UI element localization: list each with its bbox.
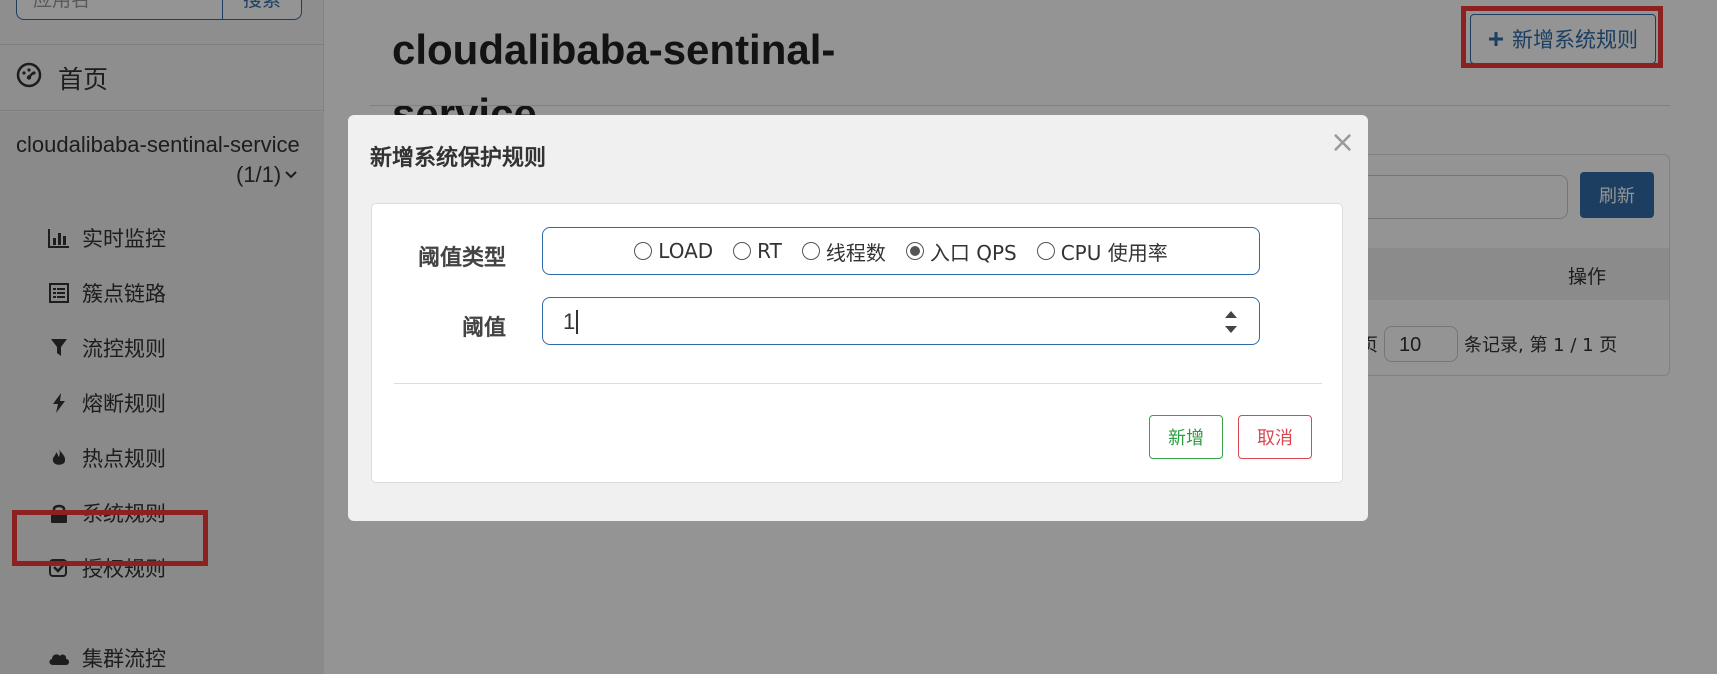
threshold-type-group: LOAD RT 线程数 入口 QPS CPU 使用率 — [542, 227, 1260, 275]
threshold-label: 阈值 — [461, 316, 506, 341]
radio-label: 入口 QPS — [929, 240, 1017, 265]
threshold-value: 1 — [563, 309, 576, 334]
dialog-title: 新增系统保护规则 — [370, 146, 547, 171]
dialog-body: 阈值类型 LOAD RT 线程数 入口 QPS CPU 使用率 阈值 1 新增 … — [371, 203, 1343, 483]
dialog-cancel-button[interactable]: 取消 — [1238, 415, 1312, 459]
radio-thread-count[interactable]: 线程数 — [801, 237, 886, 266]
spinner-down-icon[interactable] — [1224, 325, 1238, 334]
radio-circle — [1036, 242, 1055, 260]
add-system-rule-dialog: 新增系统保护规则 × 阈值类型 LOAD RT 线程数 入口 QPS CPU 使… — [348, 115, 1368, 521]
radio-label: RT — [757, 239, 782, 263]
radio-label: 线程数 — [825, 240, 886, 265]
radio-circle — [733, 242, 752, 260]
number-spinner[interactable] — [1223, 310, 1239, 334]
radio-circle — [801, 242, 820, 260]
threshold-type-label: 阈值类型 — [417, 246, 506, 271]
radio-circle-selected — [905, 242, 924, 260]
dialog-add-button[interactable]: 新增 — [1149, 415, 1223, 459]
text-caret — [576, 310, 578, 334]
radio-load[interactable]: LOAD — [634, 239, 713, 263]
form-divider — [394, 383, 1322, 384]
radio-label: LOAD — [658, 239, 714, 263]
radio-cpu-usage[interactable]: CPU 使用率 — [1036, 237, 1168, 266]
spinner-up-icon[interactable] — [1224, 310, 1238, 319]
close-icon[interactable]: × — [1330, 125, 1355, 160]
radio-circle — [634, 242, 653, 260]
radio-rt[interactable]: RT — [733, 239, 782, 263]
radio-entry-qps[interactable]: 入口 QPS — [905, 237, 1017, 266]
threshold-input[interactable]: 1 — [542, 297, 1260, 345]
radio-label: CPU 使用率 — [1060, 240, 1168, 265]
